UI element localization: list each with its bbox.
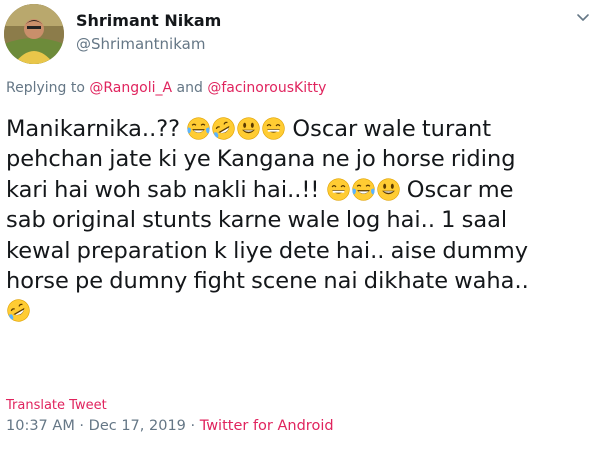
mention-link[interactable]: @facinorousKitty — [207, 80, 326, 96]
tweet-text-segment: Oscar wale turant — [286, 116, 492, 142]
face-with-tears-of-joy-icon — [187, 117, 210, 140]
user-handle[interactable]: @Shrimantnikam — [76, 35, 205, 53]
tweet-source-link[interactable]: Twitter for Android — [200, 418, 334, 434]
tweet-text-segment: Oscar me — [400, 176, 514, 203]
tweet-line: kewal preparation k liye dete hai.. aise… — [6, 237, 529, 264]
translate-tweet-link[interactable]: Translate Tweet — [6, 398, 107, 413]
profile-photo-icon — [4, 4, 64, 64]
tweet-meta: 10:37 AM · Dec 17, 2019 · Twitter for An… — [6, 418, 334, 434]
tweet-line: sab original stunts karne wale log hai..… — [6, 207, 508, 234]
mention-link[interactable]: @Rangoli_A — [89, 80, 172, 96]
avatar[interactable] — [4, 4, 64, 64]
tweet-date[interactable]: Dec 17, 2019 — [89, 418, 186, 434]
replying-joiner: and — [172, 80, 208, 96]
smiling-face-icon — [377, 178, 400, 201]
meta-separator: · — [74, 418, 89, 434]
tweet-text-segment: kari hai woh sab nakli hai..!! — [6, 176, 320, 203]
replying-prefix: Replying to — [6, 80, 90, 96]
tweet-line: kari hai woh sab nakli hai..!! Oscar me — [6, 175, 596, 205]
tweet-line: Manikarnika..?? Oscar wale turant — [6, 114, 596, 144]
rolling-on-the-floor-laughing-icon — [7, 299, 30, 322]
meta-separator: · — [185, 418, 200, 434]
tweet-text: Manikarnika..?? Oscar wale turant pehcha… — [6, 114, 596, 327]
smiling-face-icon — [237, 117, 260, 140]
tweet-text-segment: Manikarnika..?? — [6, 116, 181, 142]
tweet-time[interactable]: 10:37 AM — [6, 418, 75, 434]
display-name[interactable]: Shrimant Nikam — [76, 11, 221, 30]
replying-to: Replying to @Rangoli_A and @facinorousKi… — [6, 80, 326, 96]
grinning-face-with-smiling-eyes-icon — [327, 178, 350, 201]
grinning-face-with-smiling-eyes-icon — [262, 117, 285, 140]
tweet-line: pehchan jate ki ye Kangana ne jo horse r… — [6, 146, 516, 173]
tweet-line — [6, 296, 596, 326]
chevron-down-icon[interactable] — [574, 8, 592, 26]
tweet-line: horse pe dumny fight scene nai dikhate w… — [6, 267, 529, 294]
tweet-card: Shrimant Nikam @Shrimantnikam Replying t… — [0, 0, 600, 450]
rolling-on-the-floor-laughing-icon — [212, 117, 235, 140]
face-with-tears-of-joy-icon — [352, 178, 375, 201]
